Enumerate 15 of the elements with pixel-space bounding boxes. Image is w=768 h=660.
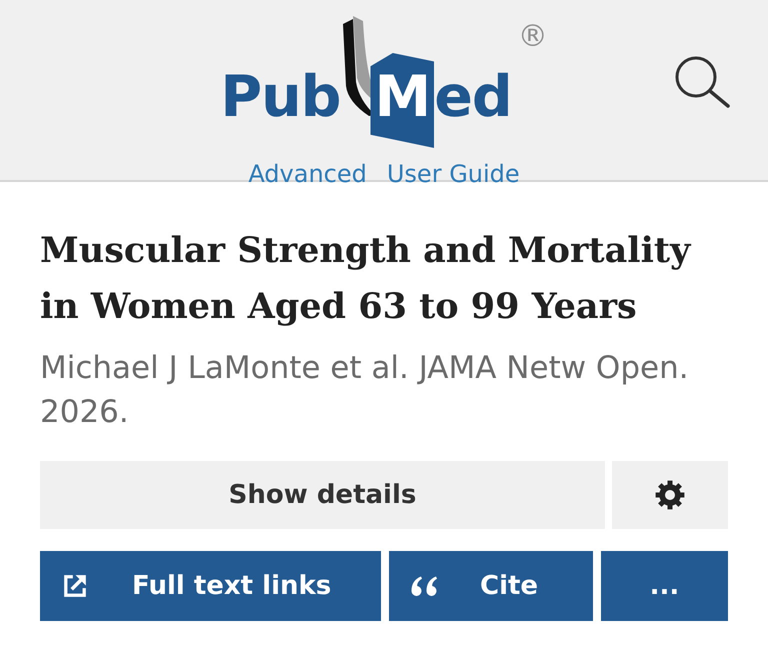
search-icon	[674, 56, 730, 108]
external-link-icon	[62, 573, 88, 599]
settings-button[interactable]	[612, 461, 728, 529]
quote-icon	[410, 575, 440, 597]
full-text-links-button[interactable]: Full text links	[40, 551, 381, 621]
citation-text: Michael J LaMonte et al. JAMA Netw Open. 2026.	[40, 349, 690, 432]
show-details-button[interactable]: Show details	[40, 461, 605, 529]
header-link[interactable]: Advanced	[248, 160, 367, 189]
site-logo[interactable]: Pub Med ®	[220, 16, 548, 148]
cite-button[interactable]: Cite	[389, 551, 593, 621]
article-title: Muscular Strength and Mortality in Women Aged 63 to 99 Years	[40, 229, 692, 329]
header-link[interactable]: User Guide	[386, 160, 520, 189]
more-button[interactable]: ...	[601, 551, 728, 621]
search-button[interactable]	[674, 56, 730, 108]
gear-icon	[655, 480, 685, 510]
